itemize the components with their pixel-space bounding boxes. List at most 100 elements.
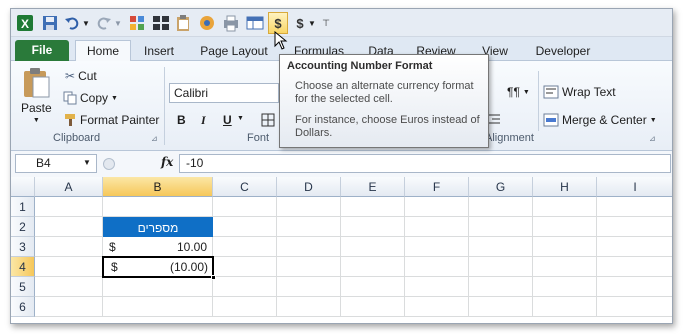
redo-icon[interactable] — [95, 13, 113, 33]
clipboard-icon[interactable] — [173, 13, 193, 33]
grid-cell[interactable] — [213, 217, 277, 237]
grid-cell[interactable] — [341, 257, 405, 277]
name-box-dropdown-icon[interactable]: ▼ — [83, 158, 91, 167]
align-right-icon[interactable] — [487, 113, 501, 125]
grid-cell[interactable] — [277, 237, 341, 257]
column-header[interactable]: B — [103, 177, 213, 197]
column-header[interactable]: I — [597, 177, 672, 197]
grid-cell[interactable] — [103, 277, 213, 297]
row-header[interactable]: 2 — [11, 217, 35, 237]
customize-toolbar-icon[interactable]: ⊤ — [321, 13, 331, 33]
column-header[interactable]: F — [405, 177, 469, 197]
grid-cell[interactable] — [533, 277, 597, 297]
insert-function-icon[interactable]: fx — [161, 155, 173, 169]
bold-button[interactable]: B — [177, 113, 186, 127]
grid-cell[interactable] — [213, 297, 277, 317]
save-icon[interactable] — [41, 13, 59, 33]
grid-cell[interactable] — [341, 197, 405, 217]
cell-b4[interactable]: $ (10.00) — [102, 256, 214, 278]
cell-b3[interactable]: $ 10.00 — [103, 237, 213, 257]
cell-b2[interactable]: מספרים — [103, 217, 213, 237]
wrap-text-button[interactable]: Wrap Text — [543, 85, 616, 99]
grid-cell[interactable] — [277, 297, 341, 317]
row-header[interactable]: 4 — [11, 257, 35, 277]
column-header[interactable]: D — [277, 177, 341, 197]
grid-cell[interactable] — [597, 197, 672, 217]
underline-dropdown-icon[interactable]: ▼ — [237, 115, 244, 122]
grid-cell[interactable] — [405, 277, 469, 297]
grid-cell[interactable] — [533, 237, 597, 257]
clipboard-launcher-icon[interactable]: ⊿ — [151, 134, 158, 143]
font-name-box[interactable]: Calibri — [169, 83, 279, 103]
grid-cell[interactable] — [405, 197, 469, 217]
table-icon[interactable] — [245, 13, 265, 33]
column-header[interactable]: E — [341, 177, 405, 197]
fill-handle[interactable] — [211, 275, 216, 280]
underline-button[interactable]: U — [223, 113, 232, 127]
alignment-launcher-icon[interactable]: ⊿ — [649, 134, 656, 143]
pivot-icon[interactable] — [151, 13, 171, 33]
sort-icon[interactable] — [127, 13, 147, 33]
grid-cell[interactable] — [277, 217, 341, 237]
grid-cell[interactable] — [341, 297, 405, 317]
grid-cell[interactable] — [597, 237, 672, 257]
italic-button[interactable]: I — [201, 113, 206, 128]
grid-cell[interactable] — [405, 257, 469, 277]
grid-cell[interactable] — [469, 237, 533, 257]
paste-button[interactable]: Paste ▼ — [21, 67, 52, 124]
row-header[interactable]: 6 — [11, 297, 35, 317]
grid-cell[interactable] — [533, 217, 597, 237]
grid-cell[interactable] — [35, 297, 103, 317]
undo-dropdown-icon[interactable]: ▼ — [81, 13, 91, 33]
grid-cell[interactable] — [533, 257, 597, 277]
grid-cell[interactable] — [341, 237, 405, 257]
grid-cell[interactable] — [103, 297, 213, 317]
grid-cell[interactable] — [597, 277, 672, 297]
print-icon[interactable] — [221, 13, 241, 33]
grid-cell[interactable] — [405, 217, 469, 237]
row-header[interactable]: 5 — [11, 277, 35, 297]
formula-input[interactable]: -10 — [179, 154, 671, 173]
tab-home[interactable]: Home — [75, 40, 131, 61]
borders-icon[interactable] — [261, 113, 275, 127]
paragraph-button[interactable]: ¶¶ ▼ — [507, 85, 530, 99]
grid-cell[interactable] — [213, 197, 277, 217]
format-painter-button[interactable]: Format Painter — [63, 113, 159, 127]
grid-cell[interactable] — [469, 297, 533, 317]
grid-cell[interactable] — [469, 217, 533, 237]
tab-insert[interactable]: Insert — [135, 41, 183, 61]
redo-dropdown-icon[interactable]: ▼ — [113, 13, 123, 33]
select-all-corner[interactable] — [11, 177, 35, 197]
column-header[interactable]: H — [533, 177, 597, 197]
format-icon[interactable] — [197, 13, 217, 33]
column-header[interactable]: G — [469, 177, 533, 197]
grid-cell[interactable] — [277, 257, 341, 277]
grid-cell[interactable] — [341, 277, 405, 297]
excel-logo-icon[interactable]: X — [15, 13, 35, 33]
grid-cell[interactable] — [533, 297, 597, 317]
grid-cell[interactable] — [35, 197, 103, 217]
row-header[interactable]: 1 — [11, 197, 35, 217]
column-header[interactable]: C — [213, 177, 277, 197]
tab-file[interactable]: File — [15, 40, 69, 61]
tab-developer[interactable]: Developer — [529, 41, 597, 61]
grid-cell[interactable] — [405, 297, 469, 317]
grid-cell[interactable] — [405, 237, 469, 257]
grid-cell[interactable] — [103, 197, 213, 217]
grid-cell[interactable] — [213, 257, 277, 277]
row-header[interactable]: 3 — [11, 237, 35, 257]
cut-button[interactable]: ✂ Cut — [65, 69, 97, 83]
grid-cell[interactable] — [213, 237, 277, 257]
grid-cell[interactable] — [35, 217, 103, 237]
grid-cell[interactable] — [341, 217, 405, 237]
grid-cell[interactable] — [35, 237, 103, 257]
grid-cell[interactable] — [597, 217, 672, 237]
currency-dropdown-icon[interactable]: ▼ — [307, 13, 317, 33]
grid-cell[interactable] — [533, 197, 597, 217]
grid-cell[interactable] — [277, 277, 341, 297]
grid-cell[interactable] — [213, 277, 277, 297]
grid-cell[interactable] — [35, 277, 103, 297]
expand-formula-icon[interactable] — [103, 158, 115, 170]
merge-center-button[interactable]: Merge & Center ▼ — [543, 113, 657, 127]
grid-cell[interactable] — [469, 257, 533, 277]
